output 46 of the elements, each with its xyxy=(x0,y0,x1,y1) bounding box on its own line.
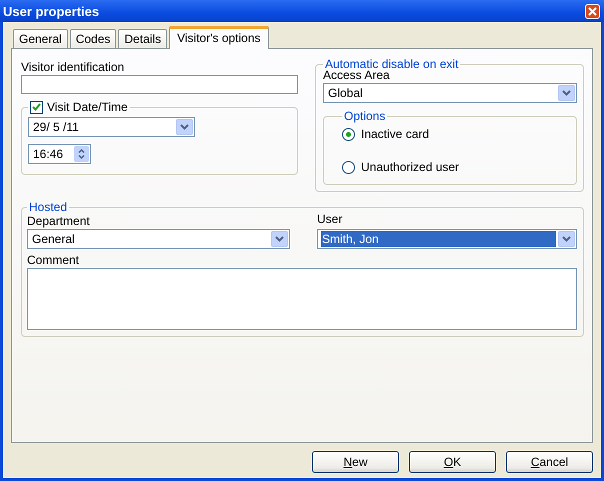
field-label: Department xyxy=(27,214,91,228)
field-label: User xyxy=(317,212,344,226)
tab[interactable]: Details xyxy=(118,29,168,48)
group-title: Automatic disable on exit xyxy=(325,57,460,71)
checkbox[interactable] xyxy=(30,100,43,114)
comment-field[interactable] xyxy=(27,268,577,330)
dropdown-button[interactable] xyxy=(176,119,193,135)
chevron-down-icon xyxy=(562,90,571,96)
group-title: Hosted xyxy=(28,200,68,214)
chevron-down-icon xyxy=(275,236,284,242)
user-value: Smith, Jon xyxy=(321,231,556,247)
dialog-button[interactable]: New xyxy=(312,451,399,473)
radio-button[interactable] xyxy=(342,128,355,140)
time-spinner[interactable]: 16:46 xyxy=(28,144,91,164)
access-area-dropdown[interactable]: Global xyxy=(323,83,577,103)
tab[interactable]: Codes xyxy=(70,29,116,48)
field-label: Access Area xyxy=(323,68,390,82)
department-value: General xyxy=(31,231,76,247)
department-dropdown[interactable]: General xyxy=(27,229,290,249)
close-button[interactable] xyxy=(585,4,600,18)
dropdown-button[interactable] xyxy=(271,231,288,247)
window-title: User properties xyxy=(3,4,100,18)
group-title: Options xyxy=(343,109,386,123)
radio-label: Unauthorized user xyxy=(361,160,460,174)
chevron-down-icon xyxy=(180,124,189,130)
field-label: Comment xyxy=(27,253,80,267)
chevron-down-icon xyxy=(562,236,571,242)
tab[interactable]: Visitor's options xyxy=(169,26,269,49)
dropdown-button[interactable] xyxy=(558,231,575,247)
visitor-identification-field[interactable] xyxy=(21,75,298,94)
user-dropdown[interactable]: Smith, Jon xyxy=(317,229,577,249)
checkbox-label: Visit Date/Time xyxy=(47,100,128,114)
dialog-button[interactable]: OK xyxy=(409,451,496,473)
up-down-arrows-icon xyxy=(78,148,85,160)
time-value: 16:46 xyxy=(32,146,64,162)
tab[interactable]: General xyxy=(13,29,68,48)
date-dropdown[interactable]: 29/ 5 /11 xyxy=(28,117,195,137)
spin-button[interactable] xyxy=(74,146,89,162)
close-icon xyxy=(588,6,597,16)
dropdown-button[interactable] xyxy=(558,85,575,101)
dialog-button[interactable]: Cancel xyxy=(506,451,593,473)
access-area-value: Global xyxy=(327,85,364,101)
field-label: Visitor identification xyxy=(21,60,126,74)
date-value: 29/ 5 /11 xyxy=(32,119,80,135)
radio-label: Inactive card xyxy=(361,127,430,141)
radio-button[interactable] xyxy=(342,160,355,174)
